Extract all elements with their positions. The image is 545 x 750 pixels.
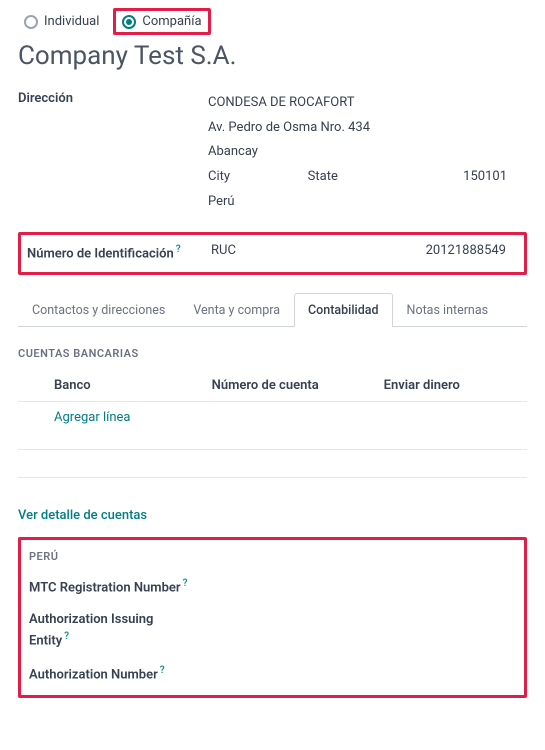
partner-type-radio-group: Individual Compañía <box>18 8 527 35</box>
address-zip: 150101 <box>407 165 527 190</box>
tab-notes[interactable]: Notas internas <box>393 293 503 327</box>
identification-block: Número de Identificación? RUC 2012188854… <box>18 232 527 275</box>
radio-company-wrapper[interactable]: Compañía <box>113 8 210 35</box>
identification-number: 20121888549 <box>361 243 518 258</box>
bank-col-account: Número de cuenta <box>212 378 384 393</box>
radio-individual[interactable] <box>24 15 38 29</box>
company-name: Company Test S.A. <box>18 41 527 71</box>
help-icon[interactable]: ? <box>160 665 165 676</box>
help-icon[interactable]: ? <box>176 244 181 255</box>
address-label: Dirección <box>18 91 208 106</box>
radio-company-label: Compañía <box>142 14 201 29</box>
address-city2: Abancay <box>208 140 527 165</box>
address-street: Av. Pedro de Osma Nro. 434 <box>208 116 527 141</box>
tab-contacts[interactable]: Contactos y direcciones <box>18 293 179 327</box>
address-city: City <box>208 165 308 190</box>
peru-mtc-label: MTC Registration Number? <box>29 577 189 598</box>
address-name: CONDESA DE ROCAFORT <box>208 91 527 116</box>
peru-heading: PERÚ <box>29 550 516 563</box>
tab-sales[interactable]: Venta y compra <box>179 293 294 327</box>
help-icon[interactable]: ? <box>183 578 188 589</box>
peru-authnum-label: Authorization Number? <box>29 664 189 685</box>
help-icon[interactable]: ? <box>64 631 69 642</box>
radio-company[interactable] <box>122 15 136 29</box>
identification-type: RUC <box>211 243 361 258</box>
address-state: State <box>308 165 408 190</box>
bank-table-footer <box>18 456 527 478</box>
bank-col-bank: Banco <box>54 378 212 393</box>
tab-accounting[interactable]: Contabilidad <box>294 293 393 327</box>
address-block: Dirección CONDESA DE ROCAFORT Av. Pedro … <box>18 91 527 214</box>
radio-individual-label: Individual <box>44 14 99 29</box>
view-accounts-link[interactable]: Ver detalle de cuentas <box>18 508 527 523</box>
tab-bar: Contactos y direcciones Venta y compra C… <box>18 293 527 327</box>
bank-col-send: Enviar dinero <box>384 378 527 393</box>
address-country: Perú <box>208 190 527 215</box>
peru-block: PERÚ MTC Registration Number? Authorizat… <box>18 537 527 698</box>
identification-label: Número de Identificación? <box>27 243 211 264</box>
radio-individual-wrapper[interactable]: Individual <box>18 11 105 32</box>
peru-issuing-label: Authorization Issuing Entity? <box>29 611 189 650</box>
bank-table: Banco Número de cuenta Enviar dinero Agr… <box>18 374 527 478</box>
add-line-link[interactable]: Agregar línea <box>54 410 130 425</box>
bank-heading: CUENTAS BANCARIAS <box>18 347 527 360</box>
